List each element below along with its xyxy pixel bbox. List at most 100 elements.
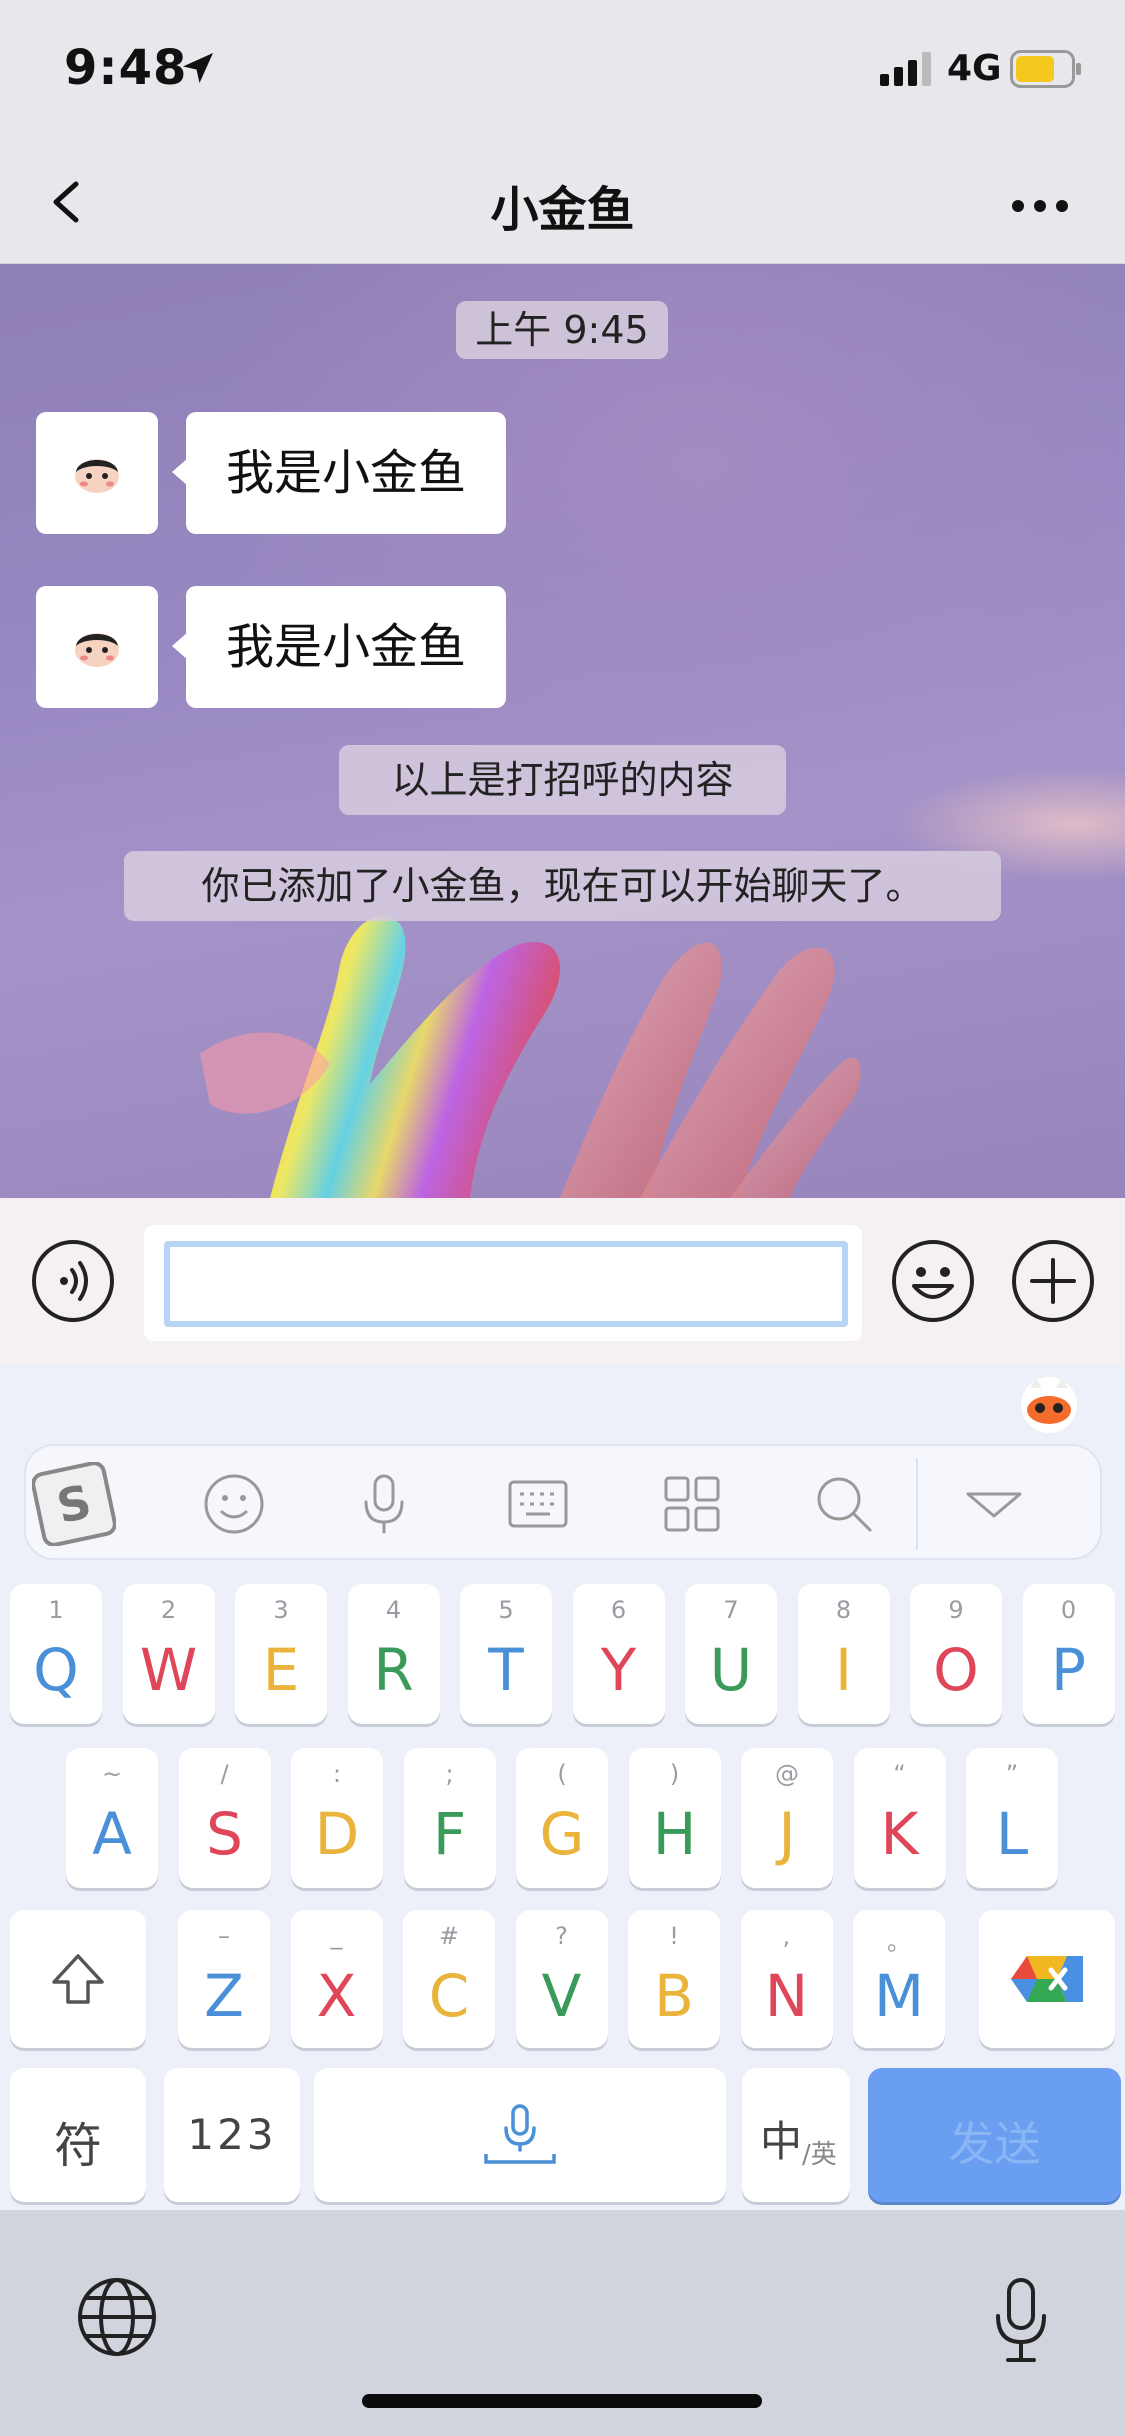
system-keyboard-bar [0, 2210, 1125, 2436]
key-secondary-label: , [782, 1922, 791, 1950]
sogou-logo-icon[interactable]: S [32, 1462, 116, 1546]
globe-icon[interactable] [76, 2276, 158, 2358]
key-letter-label: A [92, 1800, 132, 1868]
key-secondary-label: / [220, 1760, 229, 1788]
status-bar: 9:48 4G [0, 0, 1125, 140]
key-y[interactable]: 6Y [572, 1584, 665, 1724]
location-arrow-icon [183, 53, 213, 83]
network-type: 4G [947, 48, 1002, 89]
search-icon[interactable] [806, 1466, 882, 1542]
keyboard-icon[interactable] [500, 1466, 576, 1542]
key-w[interactable]: 2W [122, 1584, 215, 1724]
system-message: 你已添加了小金鱼，现在可以开始聊天了。 [124, 851, 1001, 921]
contact-avatar[interactable] [36, 586, 158, 708]
key-letter-label: X [316, 1962, 357, 2030]
apps-grid-icon[interactable] [654, 1466, 730, 1542]
key-r[interactable]: 4R [347, 1584, 440, 1724]
microphone-icon[interactable] [346, 1466, 422, 1542]
home-indicator[interactable] [362, 2394, 762, 2408]
nav-bar: 小金鱼 [0, 140, 1125, 264]
key-secondary-label: ( [557, 1760, 567, 1788]
key-letter-label: H [652, 1800, 697, 1868]
key-secondary-label: 9 [948, 1596, 964, 1624]
key-letter-label: I [834, 1636, 853, 1704]
key-t[interactable]: 5T [460, 1584, 552, 1724]
key-secondary-label: 1 [48, 1596, 64, 1624]
chat-area[interactable]: 上午 9:45 我是小金鱼 我是小金鱼 以上是打招呼的内容 你已添加了小金鱼，现… [0, 264, 1125, 1198]
key-n[interactable]: ,N [740, 1910, 833, 2048]
voice-input-icon[interactable] [30, 1238, 116, 1324]
cartoon-face-icon [75, 633, 119, 667]
more-options-icon[interactable] [1000, 170, 1080, 234]
key-i[interactable]: 8I [797, 1584, 890, 1724]
message-bubble[interactable]: 我是小金鱼 [171, 412, 507, 534]
key-secondary-label: 2 [160, 1596, 177, 1624]
language-switch-key[interactable]: 中 /英 [742, 2068, 850, 2202]
key-x[interactable]: _ X [290, 1910, 383, 2048]
contact-avatar[interactable] [36, 412, 158, 534]
key-g[interactable]: (G [516, 1748, 608, 1888]
shift-key[interactable] [10, 1910, 146, 2048]
key-e[interactable]: 3E [235, 1584, 327, 1724]
message-input[interactable] [144, 1225, 862, 1341]
key-o[interactable]: 9O [910, 1584, 1002, 1724]
key-c[interactable]: # C [403, 1910, 495, 2048]
key-j[interactable]: @ J [741, 1748, 833, 1888]
key-secondary-label: ~ [101, 1760, 123, 1788]
emoji-face-icon[interactable] [196, 1466, 272, 1542]
key-secondary-label: ; [445, 1760, 454, 1788]
key-secondary-label: – [218, 1922, 230, 1950]
key-secondary-label: @ [775, 1760, 799, 1788]
key-f[interactable]: ; F [403, 1748, 496, 1888]
backspace-icon [1011, 1956, 1083, 2002]
key-letter-label: R [373, 1636, 414, 1704]
key-letter-label: F [432, 1800, 467, 1868]
keyboard-mascot-icon[interactable] [1018, 1374, 1080, 1436]
symbols-key[interactable]: 符 [10, 2068, 146, 2202]
key-z[interactable]: – Z [178, 1910, 270, 2048]
key-letter-label: C [428, 1962, 470, 2030]
key-secondary-label: 。 [887, 1928, 911, 1956]
key-letter-label: Y [600, 1636, 637, 1704]
key-secondary-label: 0 [1060, 1596, 1077, 1624]
key-k[interactable]: “K [853, 1748, 946, 1888]
message-input-field[interactable] [164, 1241, 848, 1327]
space-key[interactable] [314, 2068, 726, 2202]
key-h[interactable]: ) H [628, 1748, 721, 1888]
background-hand-image [200, 916, 861, 1198]
key-letter-label: J [778, 1800, 796, 1868]
key-a[interactable]: ~ A [66, 1748, 158, 1888]
send-button[interactable]: 发送 [868, 2068, 1121, 2202]
numbers-key-label: 123 [187, 2110, 277, 2159]
dictation-mic-icon[interactable] [990, 2276, 1052, 2366]
chat-timestamp: 上午 9:45 [456, 301, 668, 359]
key-u[interactable]: 7U [685, 1584, 777, 1724]
key-p[interactable]: 0P [1022, 1584, 1115, 1724]
cartoon-face-icon [75, 459, 119, 493]
key-b[interactable]: ! B [628, 1910, 720, 2048]
key-l[interactable]: ” L [966, 1748, 1058, 1888]
key-secondary-label: _ [330, 1922, 343, 1950]
key-m[interactable]: 。 M [853, 1910, 945, 2048]
emoji-icon[interactable] [890, 1238, 976, 1324]
key-q[interactable]: 1Q [10, 1584, 102, 1724]
key-d[interactable]: :D [291, 1748, 383, 1888]
key-s[interactable]: / S [178, 1748, 271, 1888]
collapse-keyboard-icon[interactable] [956, 1466, 1032, 1542]
key-secondary-label: # [438, 1922, 460, 1950]
keyboard: S 1Q2W3E4R5T6Y7U8I9O0P ~ A / S: D ; F (… [0, 1364, 1125, 2210]
delete-key[interactable] [979, 1910, 1115, 2048]
key-letter-label: U [709, 1636, 753, 1704]
key-v[interactable]: ? V [515, 1910, 608, 2048]
key-letter-label: B [654, 1962, 694, 2030]
key-letter-label: S [206, 1800, 243, 1868]
plus-more-icon[interactable] [1010, 1238, 1096, 1324]
key-secondary-label: ” [1005, 1760, 1019, 1788]
symbols-key-label: 符 [53, 2118, 102, 2174]
key-letter-label: E [262, 1636, 300, 1704]
message-bubble[interactable]: 我是小金鱼 [171, 586, 507, 708]
numbers-key[interactable]: 123 [164, 2068, 300, 2202]
key-letter-label: Z [204, 1962, 244, 2030]
key-letter-label: V [541, 1962, 582, 2030]
status-time: 9:48 [64, 40, 188, 96]
